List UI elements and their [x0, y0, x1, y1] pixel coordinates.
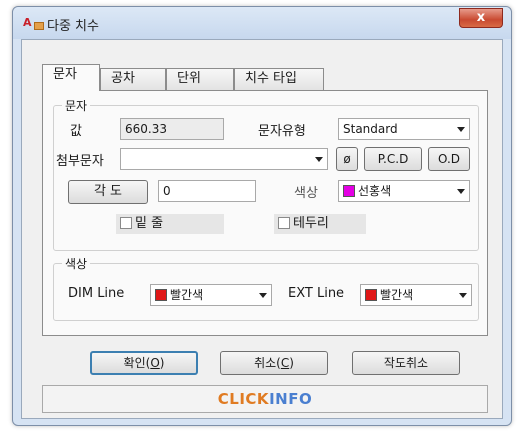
app-icon: A [23, 16, 44, 30]
dim-line-label: DIM Line [68, 286, 125, 301]
text-type-label: 문자유형 [258, 124, 306, 139]
value-field[interactable]: 660.33 [120, 118, 224, 140]
angle-field[interactable]: 0 [158, 180, 256, 202]
tab-dimension-type[interactable]: 치수 타입 [234, 68, 324, 90]
underline-checkbox[interactable]: 밑 줄 [116, 214, 224, 234]
cancel-draw-button[interactable]: 작도취소 [352, 351, 460, 375]
text-color-label: 색상 [294, 186, 318, 201]
tab-unit[interactable]: 단위 [166, 68, 234, 90]
ok-button[interactable]: 확인(O) [90, 351, 198, 375]
border-checkbox[interactable]: 테두리 [274, 214, 366, 234]
chevron-down-icon [315, 157, 323, 162]
checkbox-box [120, 217, 132, 229]
tab-tolerance[interactable]: 공차 [100, 68, 166, 90]
attach-text-label: 첨부문자 [56, 154, 104, 169]
window-title: 다중 치수 [47, 19, 99, 34]
status-bar: CLICKINFO [42, 385, 488, 413]
dim-line-color-select[interactable]: 빨간색 [150, 284, 272, 306]
close-icon: x [476, 10, 486, 25]
line-color-group-label: 색상 [62, 255, 91, 272]
phi-button[interactable]: ø [336, 147, 358, 171]
chevron-down-icon [459, 293, 467, 298]
chevron-down-icon [457, 189, 465, 194]
pcd-button[interactable]: P.C.D [364, 147, 422, 171]
attach-text-select[interactable] [120, 148, 328, 170]
dialog-window: A 다중 치수 x 문자 공차 단위 치수 타입 문자 값 660.33 문자유… [12, 6, 512, 426]
dialog-client: 문자 공차 단위 치수 타입 문자 값 660.33 문자유형 Standard… [21, 39, 503, 419]
angle-button[interactable]: 각 도 [68, 180, 148, 204]
line-color-group: 색상 DIM Line 빨간색 EXT Line 빨간색 [53, 255, 479, 321]
value-label: 값 [70, 124, 82, 139]
close-button[interactable]: x [459, 8, 503, 28]
text-color-select[interactable]: 선홍색 [338, 180, 470, 202]
ext-line-label: EXT Line [288, 286, 345, 301]
tab-text[interactable]: 문자 [42, 64, 100, 91]
chevron-down-icon [457, 127, 465, 132]
color-swatch [155, 289, 167, 301]
cancel-button[interactable]: 취소(C) [220, 351, 328, 375]
tab-panel: 문자 값 660.33 문자유형 Standard 첨부문자 ø P.C.D O… [42, 90, 488, 336]
chevron-down-icon [259, 293, 267, 298]
od-button[interactable]: O.D [428, 147, 470, 171]
ext-line-color-select[interactable]: 빨간색 [360, 284, 472, 306]
clickinfo-logo: CLICKINFO [217, 390, 313, 408]
text-group-label: 문자 [62, 97, 91, 114]
color-swatch [365, 289, 377, 301]
text-group: 문자 값 660.33 문자유형 Standard 첨부문자 ø P.C.D O… [53, 97, 479, 251]
title-bar[interactable]: A 다중 치수 x [13, 7, 511, 39]
text-type-select[interactable]: Standard [338, 118, 470, 140]
checkbox-box [278, 217, 290, 229]
color-swatch [343, 185, 355, 197]
